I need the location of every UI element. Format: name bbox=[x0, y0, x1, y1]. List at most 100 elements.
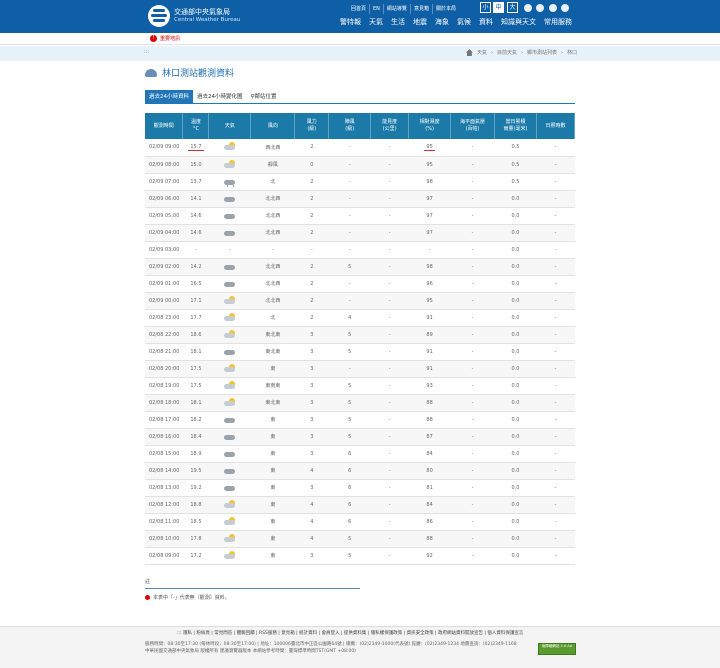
table-cell: 95 bbox=[408, 139, 451, 157]
share-icon[interactable] bbox=[524, 4, 532, 12]
cell-value: - bbox=[554, 246, 557, 253]
accessibility-badge[interactable]: 無障礙網站 2.0 AA bbox=[538, 643, 576, 655]
util-link-en[interactable]: EN bbox=[370, 4, 384, 14]
table-cell: 18.4 bbox=[182, 428, 209, 446]
weather-cell bbox=[208, 547, 251, 565]
table-cell: - bbox=[450, 139, 495, 157]
table-cell: 18.1 bbox=[182, 394, 209, 412]
nav-data[interactable]: 資料 bbox=[479, 17, 493, 27]
partly-cloudy-icon bbox=[223, 499, 236, 508]
table-cell: 5 bbox=[328, 428, 371, 446]
nav-services[interactable]: 常用服務 bbox=[544, 17, 572, 27]
table-cell: - bbox=[536, 207, 575, 225]
table-cell: 02/08 20:00 bbox=[145, 360, 183, 378]
table-cell: 02/09 00:00 bbox=[145, 292, 183, 310]
table-cell: 6 bbox=[328, 496, 371, 514]
cell-value: - bbox=[388, 280, 391, 287]
table-cell: - bbox=[370, 207, 409, 225]
table-row: 02/08 18:00 18.1 東北東 3 5 - 88 - 0.0 - bbox=[145, 394, 575, 412]
table-cell: 18.9 bbox=[182, 445, 209, 463]
table-cell: 84 bbox=[408, 496, 451, 514]
cell-value: 0.0 bbox=[511, 229, 520, 236]
search-icon[interactable] bbox=[561, 4, 569, 12]
cell-value: 2 bbox=[310, 314, 314, 321]
table-cell: 3 bbox=[294, 343, 329, 361]
table-cell: 0.5 bbox=[494, 156, 537, 174]
table-cell: - bbox=[450, 173, 495, 191]
cell-value: 6 bbox=[348, 484, 352, 491]
table-cell: 0.0 bbox=[494, 360, 537, 378]
cell-value: 6 bbox=[348, 518, 352, 525]
cell-value: 02/08 23:00 bbox=[149, 314, 180, 321]
nav-marine[interactable]: 海象 bbox=[435, 17, 449, 27]
tab-nearby-stations[interactable]: ⚲鄰站位置 bbox=[247, 90, 281, 104]
cell-value: 18.6 bbox=[190, 331, 202, 338]
table-cell: 3 bbox=[294, 360, 329, 378]
cell-value: 北北西 bbox=[265, 213, 281, 219]
table-cell: 靜風 bbox=[250, 156, 295, 174]
cell-value: 17.1 bbox=[190, 297, 202, 304]
nav-weather[interactable]: 天氣 bbox=[369, 17, 383, 27]
cell-value: - bbox=[554, 144, 557, 151]
cell-value: 2 bbox=[310, 212, 314, 219]
table-cell: - bbox=[536, 326, 575, 344]
breadcrumb-item[interactable]: 鄉市測站列表 bbox=[527, 49, 557, 56]
table-cell: 東 bbox=[250, 360, 295, 378]
util-link-home[interactable]: 回首頁 bbox=[348, 4, 371, 14]
cell-value: 02/09 09:00 bbox=[149, 144, 180, 151]
bullet-icon bbox=[145, 595, 150, 600]
settings-icon[interactable] bbox=[549, 4, 557, 12]
util-link-about[interactable]: 關於本局 bbox=[433, 4, 459, 14]
table-cell: - bbox=[182, 241, 209, 259]
site-logo[interactable]: 交通部中央氣象局 Central Weather Bureau bbox=[148, 5, 240, 27]
column-header: 天氣 bbox=[208, 113, 252, 139]
table-cell: 86 bbox=[408, 513, 451, 531]
table-cell: 17.7 bbox=[182, 309, 209, 327]
tab-past-24h-data[interactable]: 過去24小時資料 bbox=[145, 90, 193, 104]
weather-cell bbox=[208, 479, 251, 497]
nav-climate[interactable]: 氣候 bbox=[457, 17, 471, 27]
tab-past-24h-chart[interactable]: 過去24小時變化圖 bbox=[193, 90, 247, 104]
table-cell: - bbox=[536, 241, 575, 259]
cell-value: 靜風 bbox=[267, 162, 278, 168]
font-size-medium-button[interactable]: 中 bbox=[493, 2, 504, 13]
table-cell: - bbox=[370, 343, 409, 361]
accesskey-marker: ::: bbox=[144, 49, 150, 55]
cell-value: - bbox=[348, 178, 351, 185]
cell-value: - bbox=[348, 144, 351, 151]
font-size-large-button[interactable]: 大 bbox=[507, 2, 518, 13]
table-row: 02/08 14:00 19.5 東 4 6 - 80 - 0.0 - bbox=[145, 462, 575, 480]
cell-value: - bbox=[471, 246, 474, 253]
home-icon[interactable] bbox=[465, 49, 473, 56]
nav-warnings[interactable]: 警特報 bbox=[340, 17, 361, 27]
notes-title: 註 bbox=[145, 579, 151, 585]
table-cell: - bbox=[450, 309, 495, 327]
footer-links[interactable]: ::: 隱私 | 粉絲頁 | 常見問答 | 體驗回饋 | RSS服務 | 意見箱… bbox=[177, 630, 523, 636]
breadcrumb-item[interactable]: 天氣 bbox=[477, 49, 487, 56]
breadcrumb-item[interactable]: 目前天氣 bbox=[497, 49, 517, 56]
nav-life[interactable]: 生活 bbox=[391, 17, 405, 27]
cell-value: - bbox=[348, 280, 351, 287]
partly-cloudy-icon bbox=[223, 397, 236, 406]
font-size-small-button[interactable]: 小 bbox=[480, 2, 491, 13]
column-header: 日照時數 bbox=[536, 113, 576, 139]
nav-earthquake[interactable]: 地震 bbox=[413, 17, 427, 27]
partly-cloudy-icon bbox=[223, 312, 236, 321]
table-cell: - bbox=[450, 496, 495, 514]
cell-value: 4 bbox=[348, 314, 352, 321]
print-icon[interactable] bbox=[536, 4, 544, 12]
table-cell: 02/09 01:00 bbox=[145, 275, 183, 293]
cell-value: 0.0 bbox=[511, 484, 520, 491]
table-cell: 97 bbox=[408, 207, 451, 225]
util-link-sitemap[interactable]: 網站導覽 bbox=[384, 4, 411, 14]
alert-label: 重要地訊 bbox=[160, 35, 181, 42]
nav-knowledge[interactable]: 知識與天文 bbox=[501, 17, 536, 27]
table-cell: 3 bbox=[294, 428, 329, 446]
cell-value: - bbox=[388, 297, 391, 304]
important-notice[interactable]: ! 重要地訊 bbox=[150, 34, 180, 42]
util-link-feedback[interactable]: 意見箱 bbox=[411, 4, 433, 14]
cell-value: 3 bbox=[310, 365, 314, 372]
cell-value: - bbox=[388, 484, 391, 491]
table-cell: 0.0 bbox=[494, 309, 537, 327]
table-cell: - bbox=[450, 530, 495, 548]
